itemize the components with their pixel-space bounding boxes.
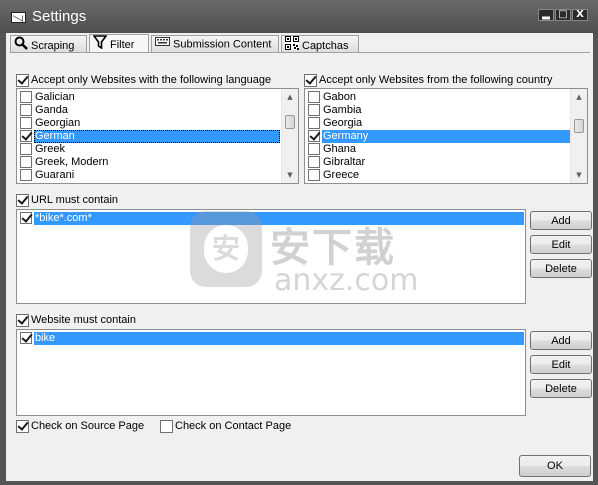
content-filter-label: Website must contain	[31, 314, 136, 326]
list-item-selected[interactable]: Germany	[306, 130, 570, 143]
content-filter-list[interactable]: bike	[16, 329, 526, 416]
source-page-checkbox[interactable]	[16, 420, 29, 433]
tab-submission-content[interactable]: Submission Content	[151, 35, 279, 53]
country-list[interactable]: Gabon Gambia Georgia Germany Ghana Gibra…	[304, 88, 588, 184]
list-item-label: bike	[34, 332, 524, 345]
url-delete-button[interactable]: Delete	[530, 259, 592, 278]
scroll-thumb[interactable]	[285, 115, 295, 129]
list-item-checkbox[interactable]	[308, 91, 320, 103]
list-item-checkbox[interactable]	[20, 332, 32, 344]
content-add-button[interactable]: Add	[530, 331, 592, 350]
country-scrollbar[interactable]: ▲ ▼	[570, 89, 587, 183]
content-filter-checkbox[interactable]	[16, 314, 29, 327]
url-add-button[interactable]: Add	[530, 211, 592, 230]
scroll-up-icon[interactable]: ▲	[282, 89, 298, 105]
list-item-checkbox[interactable]	[308, 156, 320, 168]
list-item[interactable]: Gambia	[306, 104, 570, 117]
list-item[interactable]: Georgian	[18, 117, 280, 130]
list-item[interactable]: Greek, Modern	[18, 156, 280, 169]
list-item-label: Gabon	[323, 91, 357, 103]
source-page-label: Check on Source Page	[31, 420, 145, 432]
list-item-label: Greek	[35, 143, 65, 155]
list-item-checkbox[interactable]	[308, 117, 320, 129]
language-filter-checkbox[interactable]	[16, 74, 29, 87]
list-item-label: Gibraltar	[323, 156, 366, 168]
scroll-down-icon[interactable]: ▼	[282, 167, 298, 183]
list-item[interactable]: Guarani	[18, 169, 280, 182]
list-item-label: *bike*.com*	[34, 212, 524, 225]
list-item-label: Ghana	[323, 143, 357, 155]
filter-panel: Accept only Websites with the following …	[8, 53, 592, 478]
tab-label: Submission Content	[173, 38, 272, 51]
tab-captchas[interactable]: Captchas	[281, 35, 359, 53]
tab-label: Filter	[110, 38, 135, 51]
tab-label: Scraping	[31, 39, 75, 52]
list-item-label: Guarani	[35, 169, 75, 181]
list-item-checkbox[interactable]	[20, 156, 32, 168]
list-item-label: Greek, Modern	[35, 156, 109, 168]
list-item-checkbox[interactable]	[308, 130, 320, 142]
close-button[interactable]: X	[572, 9, 588, 21]
list-item-checkbox[interactable]	[20, 169, 32, 181]
scroll-down-icon[interactable]: ▼	[571, 167, 587, 183]
list-item-checkbox[interactable]	[308, 143, 320, 155]
list-item-checkbox[interactable]	[308, 169, 320, 181]
url-filter-list[interactable]: *bike*.com*	[16, 209, 526, 304]
contact-page-checkbox[interactable]	[160, 420, 173, 433]
url-filter-label: URL must contain	[31, 194, 119, 206]
url-edit-button[interactable]: Edit	[530, 235, 592, 254]
list-item-selected[interactable]: German	[18, 130, 280, 143]
list-item-selected[interactable]: bike	[18, 332, 524, 345]
list-item[interactable]: Greece	[306, 169, 570, 182]
list-item-label: Georgian	[35, 117, 81, 129]
language-list[interactable]: Galician Ganda Georgian German Greek Gre…	[16, 88, 299, 184]
list-item-label: German	[34, 130, 280, 143]
tab-label: Captchas	[302, 39, 349, 52]
title-bar[interactable]: Settings ▂ □ X	[0, 0, 598, 33]
list-item-checkbox[interactable]	[20, 130, 32, 142]
country-filter-label: Accept only Websites from the following …	[319, 74, 553, 86]
scroll-thumb[interactable]	[574, 119, 584, 133]
list-item[interactable]: Galician	[18, 91, 280, 104]
list-item-label: Germany	[322, 130, 570, 143]
tab-scraping[interactable]: Scraping	[10, 35, 87, 53]
keyboard-icon	[155, 36, 170, 53]
list-item-label: Galician	[35, 91, 75, 103]
maximize-button[interactable]: □	[555, 9, 571, 21]
contact-page-label: Check on Contact Page	[175, 420, 292, 432]
content-delete-button[interactable]: Delete	[530, 379, 592, 398]
list-item[interactable]: Gibraltar	[306, 156, 570, 169]
language-filter-label: Accept only Websites with the following …	[31, 74, 272, 86]
url-filter-checkbox[interactable]	[16, 194, 29, 207]
country-filter-checkbox[interactable]	[304, 74, 317, 87]
tab-filter[interactable]: Filter	[89, 34, 149, 54]
list-item[interactable]: Georgia	[306, 117, 570, 130]
list-item-checkbox[interactable]	[20, 143, 32, 155]
list-item[interactable]: Gabon	[306, 91, 570, 104]
content-edit-button[interactable]: Edit	[530, 355, 592, 374]
settings-window: Settings ▂ □ X Scraping Filter Submissio…	[0, 0, 598, 485]
list-item-checkbox[interactable]	[308, 104, 320, 116]
dialog-client: Scraping Filter Submission Content Captc…	[6, 33, 593, 481]
list-item-label: Greece	[323, 169, 360, 181]
list-item-label: Ganda	[35, 104, 69, 116]
language-scrollbar[interactable]: ▲ ▼	[281, 89, 298, 183]
minimize-button[interactable]: ▂	[538, 9, 554, 21]
list-item[interactable]: Ganda	[18, 104, 280, 117]
list-item-label: Gambia	[323, 104, 362, 116]
list-item[interactable]: Greek	[18, 143, 280, 156]
list-item[interactable]: Ghana	[306, 143, 570, 156]
list-item-checkbox[interactable]	[20, 117, 32, 129]
envelope-icon	[11, 12, 26, 23]
list-item-checkbox[interactable]	[20, 212, 32, 224]
ok-button[interactable]: OK	[519, 455, 591, 477]
list-item-selected[interactable]: *bike*.com*	[18, 212, 524, 225]
list-item-label: Georgia	[323, 117, 363, 129]
window-title: Settings	[32, 8, 87, 25]
list-item-checkbox[interactable]	[20, 91, 32, 103]
scroll-up-icon[interactable]: ▲	[571, 89, 587, 105]
list-item-checkbox[interactable]	[20, 104, 32, 116]
